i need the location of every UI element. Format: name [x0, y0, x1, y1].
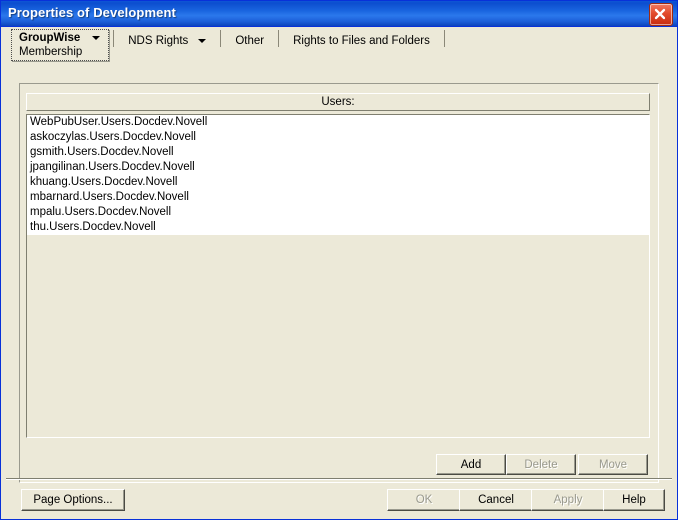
add-button[interactable]: Add — [436, 454, 506, 475]
cancel-button[interactable]: Cancel — [459, 489, 533, 511]
list-item[interactable]: WebPubUser.Users.Docdev.Novell — [27, 115, 649, 130]
tab-strip: GroupWise Membership NDS Rights Other Ri… — [11, 29, 449, 67]
tab-groupwise-sublabel: Membership — [19, 46, 83, 58]
list-item[interactable]: khuang.Users.Docdev.Novell — [27, 175, 649, 190]
list-item[interactable]: gsmith.Users.Docdev.Novell — [27, 145, 649, 160]
page-options-button[interactable]: Page Options... — [21, 489, 125, 511]
help-button[interactable]: Help — [603, 489, 665, 511]
properties-dialog: Properties of Development GroupWise Memb… — [0, 0, 678, 520]
users-column-header: Users: — [26, 93, 650, 111]
tab-other[interactable]: Other — [225, 29, 275, 52]
tab-divider — [443, 30, 445, 47]
ok-button: OK — [387, 489, 461, 511]
list-item[interactable]: mpalu.Users.Docdev.Novell — [27, 205, 649, 220]
close-icon — [654, 8, 666, 20]
client-area: GroupWise Membership NDS Rights Other Ri… — [3, 27, 675, 517]
dialog-button-bar: Page Options... OK Cancel Apply Help — [3, 482, 675, 517]
chevron-down-icon — [198, 39, 207, 43]
tab-divider — [220, 30, 222, 47]
tab-nds-rights[interactable]: NDS Rights — [118, 29, 217, 52]
window-title: Properties of Development — [8, 5, 176, 20]
list-item[interactable]: mbarnard.Users.Docdev.Novell — [27, 190, 649, 205]
tab-groupwise-row: GroupWise — [19, 32, 101, 44]
tab-rights-to-files-and-folders[interactable]: Rights to Files and Folders — [283, 29, 440, 52]
tab-groupwise-label: GroupWise — [19, 32, 81, 44]
tab-other-label: Other — [235, 35, 265, 47]
tab-groupwise[interactable]: GroupWise Membership — [11, 29, 110, 61]
list-item[interactable]: thu.Users.Docdev.Novell — [27, 220, 649, 235]
tab-divider — [113, 30, 115, 47]
chevron-down-icon — [92, 36, 101, 40]
list-item[interactable]: askoczylas.Users.Docdev.Novell — [27, 130, 649, 145]
membership-panel: Users: WebPubUser.Users.Docdev.Novell as… — [19, 83, 659, 483]
bottom-separator — [6, 478, 672, 480]
tab-divider — [278, 30, 280, 47]
users-list-rows: WebPubUser.Users.Docdev.Novell askoczyla… — [27, 115, 649, 235]
tab-nds-rights-label: NDS Rights — [128, 35, 189, 47]
tab-rights-label: Rights to Files and Folders — [293, 35, 430, 47]
apply-button: Apply — [531, 489, 605, 511]
delete-button: Delete — [506, 454, 576, 475]
users-list[interactable]: WebPubUser.Users.Docdev.Novell askoczyla… — [26, 114, 650, 438]
title-bar: Properties of Development — [1, 1, 677, 27]
list-item[interactable]: jpangilinan.Users.Docdev.Novell — [27, 160, 649, 175]
close-button[interactable] — [649, 3, 673, 26]
list-action-buttons: Add Delete Move — [26, 454, 650, 476]
move-button: Move — [578, 454, 648, 475]
